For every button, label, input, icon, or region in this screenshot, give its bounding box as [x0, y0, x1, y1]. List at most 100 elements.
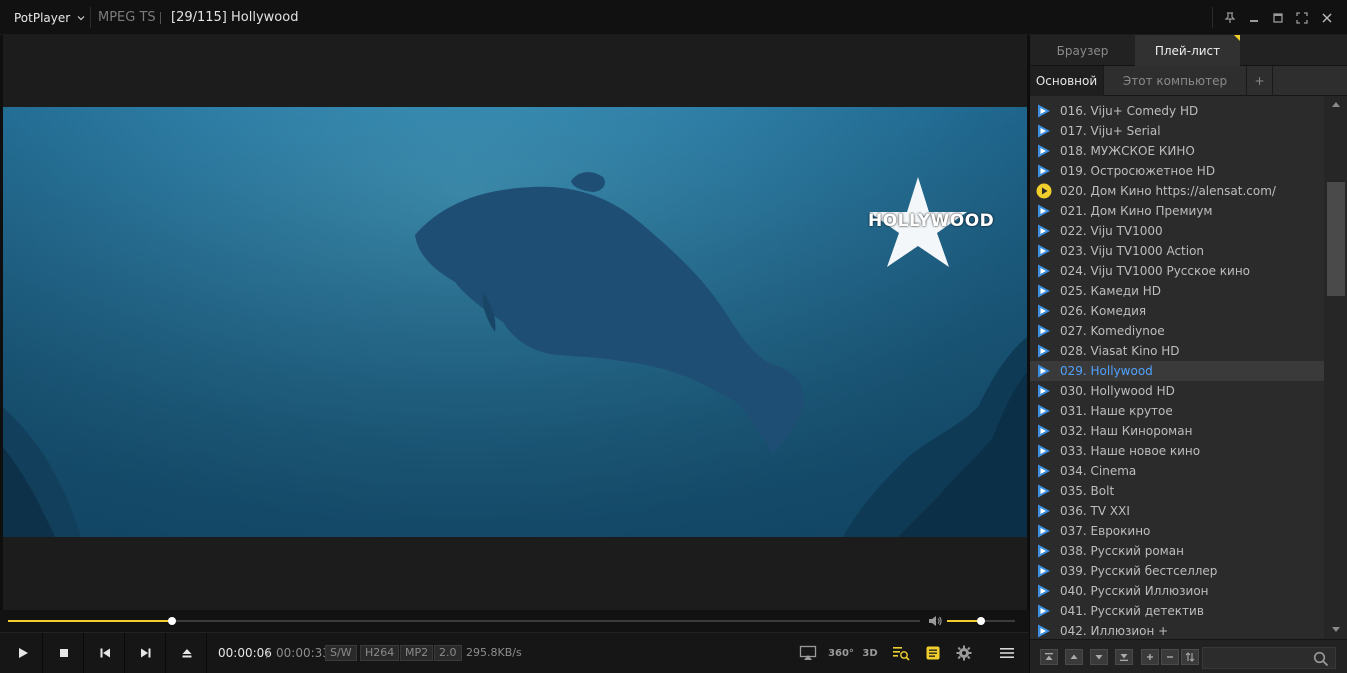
playlist-item[interactable]: 020. Дом Кино https://alensat.com/: [1030, 181, 1324, 201]
remove-item-button[interactable]: [1161, 649, 1179, 665]
playlist-item-label: 022. Viju TV1000: [1060, 224, 1163, 238]
play-item-icon: [1038, 324, 1050, 338]
audio-codec-badge[interactable]: MP2: [400, 645, 434, 661]
playlist-item[interactable]: 018. МУЖСКОЕ КИНО: [1030, 141, 1324, 161]
playlist-toggle-button[interactable]: [921, 641, 945, 665]
playlist-item[interactable]: 036. TV XXI: [1030, 501, 1324, 521]
playlist-item-label: 027. Komediynoe: [1060, 324, 1165, 338]
playlist-item[interactable]: 025. Камеди HD: [1030, 281, 1324, 301]
play-item-icon: [1038, 164, 1050, 178]
playlist-item[interactable]: 031. Наше крутое: [1030, 401, 1324, 421]
video-codec-badge[interactable]: H264: [360, 645, 400, 661]
subtab-main[interactable]: Основной: [1030, 66, 1104, 96]
total-time[interactable]: 00:00:33: [276, 646, 330, 660]
playlist-item[interactable]: 033. Наше новое кино: [1030, 441, 1324, 461]
volume-icon[interactable]: [928, 615, 942, 627]
search-icon[interactable]: [1313, 651, 1329, 667]
playlist-item[interactable]: 028. Viasat Kino HD: [1030, 341, 1324, 361]
stop-button[interactable]: [44, 633, 84, 673]
playlist-item-label: 021. Дом Кино Премиум: [1060, 204, 1213, 218]
move-up-icon: [1070, 654, 1078, 659]
playlist-item[interactable]: 041. Русский детектив: [1030, 601, 1324, 621]
play-item-icon: [1038, 544, 1050, 558]
playlist-item-label: 019. Остросюжетное HD: [1060, 164, 1216, 178]
3d-button[interactable]: 3D: [858, 641, 882, 665]
playlist-item[interactable]: 026. Комедия: [1030, 301, 1324, 321]
scroll-down-icon[interactable]: [1331, 626, 1341, 634]
playlist-item[interactable]: 038. Русский роман: [1030, 541, 1324, 561]
playlist-item[interactable]: 035. Bolt: [1030, 481, 1324, 501]
add-playlist-tab-button[interactable]: +: [1247, 66, 1273, 96]
gear-icon: [956, 645, 972, 661]
tab-playlist[interactable]: Плей-лист: [1135, 35, 1240, 66]
playlist-item[interactable]: 024. Viju TV1000 Русское кино: [1030, 261, 1324, 281]
playlist-item[interactable]: 042. Иллюзион +: [1030, 621, 1324, 639]
title-bar: PotPlayer MPEG TS [29/115] Hollywood: [0, 0, 1347, 35]
add-item-button[interactable]: [1141, 649, 1159, 665]
playlist-subtabs: Основной Этот компьютер +: [1030, 66, 1347, 96]
settings-button[interactable]: [952, 641, 976, 665]
open-file-button[interactable]: [167, 633, 207, 673]
next-button[interactable]: [126, 633, 166, 673]
minimize-button[interactable]: [1243, 7, 1265, 29]
playlist-item[interactable]: 022. Viju TV1000: [1030, 221, 1324, 241]
playlist-item[interactable]: 032. Наш Кинороман: [1030, 421, 1324, 441]
fullscreen-button[interactable]: [1291, 7, 1313, 29]
move-down-button[interactable]: [1090, 649, 1108, 665]
playlist-item[interactable]: 037. Еврокино: [1030, 521, 1324, 541]
pin-button[interactable]: [1219, 7, 1241, 29]
video-frame[interactable]: HOLLYWOOD: [3, 107, 1027, 537]
subtab-this-computer[interactable]: Этот компьютер: [1104, 66, 1247, 96]
play-item-icon: [1038, 344, 1050, 358]
play-item-icon: [1038, 524, 1050, 538]
cast-button[interactable]: [796, 641, 820, 665]
main-menu-button[interactable]: [995, 641, 1019, 665]
playlist-item[interactable]: 017. Viju+ Serial: [1030, 121, 1324, 141]
scroll-up-icon[interactable]: [1331, 100, 1341, 108]
audio-channels-badge[interactable]: 2.0: [434, 645, 462, 661]
control-bar: 00:00:06 / 00:00:33 S/W H264 MP2 2.0 295…: [0, 632, 1029, 673]
current-time[interactable]: 00:00:06: [218, 646, 272, 660]
seek-slider[interactable]: [8, 617, 920, 625]
play-item-icon: [1038, 364, 1050, 378]
playlist[interactable]: 016. Viju+ Comedy HD 017. Viju+ Serial 018…: [1030, 101, 1324, 639]
scrollbar-thumb[interactable]: [1327, 182, 1345, 296]
playlist-item[interactable]: 029. Hollywood: [1030, 361, 1324, 381]
seek-handle[interactable]: [168, 617, 177, 625]
playlist-item[interactable]: 034. Cinema: [1030, 461, 1324, 481]
vr360-button[interactable]: 360°: [828, 641, 854, 665]
playlist-search-input[interactable]: [1202, 647, 1336, 669]
video-area[interactable]: HOLLYWOOD: [3, 35, 1027, 610]
move-to-top-button[interactable]: [1040, 649, 1058, 665]
playlist-search-button[interactable]: [889, 641, 913, 665]
add-playlist-tab-label: +: [1254, 74, 1265, 88]
time-separator: /: [266, 646, 271, 660]
playlist-item-label: 038. Русский роман: [1060, 544, 1184, 558]
close-button[interactable]: [1316, 7, 1338, 29]
playlist-item[interactable]: 027. Komediynoe: [1030, 321, 1324, 341]
previous-button[interactable]: [85, 633, 125, 673]
playlist-item[interactable]: 023. Viju TV1000 Action: [1030, 241, 1324, 261]
play-item-icon: [1038, 424, 1050, 438]
move-to-bottom-button[interactable]: [1115, 649, 1133, 665]
maximize-button[interactable]: [1267, 7, 1289, 29]
playlist-item[interactable]: 039. Русский бестселлер: [1030, 561, 1324, 581]
volume-handle[interactable]: [977, 617, 985, 625]
playlist-item[interactable]: 019. Остросюжетное HD: [1030, 161, 1324, 181]
playlist-item[interactable]: 040. Русский Иллюзион: [1030, 581, 1324, 601]
previous-icon: [100, 648, 110, 658]
playlist-item[interactable]: 021. Дом Кино Премиум: [1030, 201, 1324, 221]
minimize-icon: [1250, 20, 1258, 22]
volume-slider[interactable]: [947, 617, 1015, 625]
playlist-item[interactable]: 016. Viju+ Comedy HD: [1030, 101, 1324, 121]
tab-browser[interactable]: Браузер: [1030, 35, 1135, 66]
app-menu-button[interactable]: PotPlayer: [0, 4, 90, 31]
play-item-icon: [1038, 224, 1050, 238]
decoder-badge[interactable]: S/W: [325, 645, 357, 661]
playlist-item[interactable]: 030. Hollywood HD: [1030, 381, 1324, 401]
play-button[interactable]: [3, 633, 43, 673]
play-item-icon: [1038, 284, 1050, 298]
sort-button[interactable]: [1181, 649, 1199, 665]
playlist-scrollbar[interactable]: [1324, 96, 1347, 639]
move-up-button[interactable]: [1065, 649, 1083, 665]
